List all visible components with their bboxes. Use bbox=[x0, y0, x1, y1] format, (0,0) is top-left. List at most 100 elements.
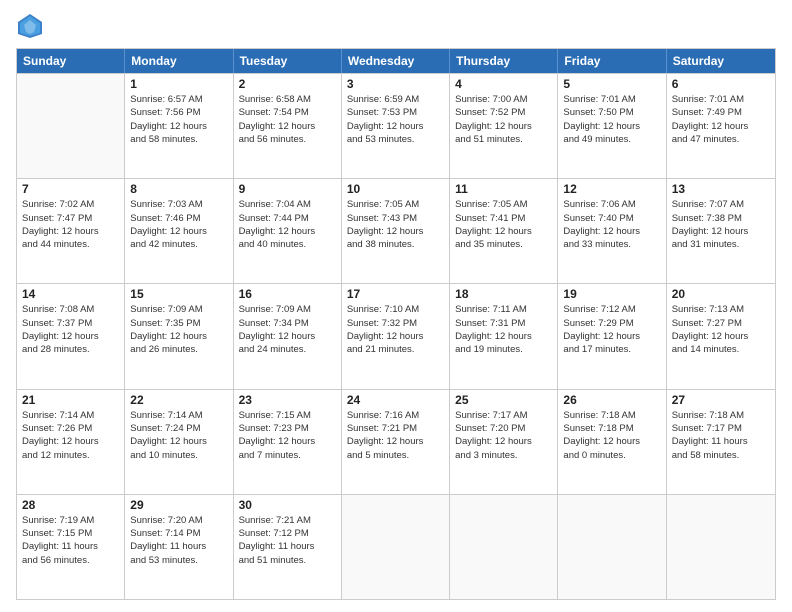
day-number: 6 bbox=[672, 77, 770, 91]
table-row: 1 Sunrise: 6:57 AM Sunset: 7:56 PM Daylig… bbox=[125, 74, 233, 178]
day-number: 12 bbox=[563, 182, 660, 196]
day-info: Sunrise: 7:09 AM Sunset: 7:35 PM Dayligh… bbox=[130, 303, 227, 356]
day-number: 29 bbox=[130, 498, 227, 512]
day-number: 15 bbox=[130, 287, 227, 301]
table-row: 12 Sunrise: 7:06 AM Sunset: 7:40 PM Dayli… bbox=[558, 179, 666, 283]
table-row: 4 Sunrise: 7:00 AM Sunset: 7:52 PM Daylig… bbox=[450, 74, 558, 178]
day-info: Sunrise: 7:13 AM Sunset: 7:27 PM Dayligh… bbox=[672, 303, 770, 356]
table-row: 9 Sunrise: 7:04 AM Sunset: 7:44 PM Daylig… bbox=[234, 179, 342, 283]
table-row: 24Sunrise: 7:16 AM Sunset: 7:21 PM Dayli… bbox=[342, 390, 450, 494]
day-info: Sunrise: 7:14 AM Sunset: 7:26 PM Dayligh… bbox=[22, 409, 119, 462]
day-number: 17 bbox=[347, 287, 444, 301]
cal-week-4: 21Sunrise: 7:14 AM Sunset: 7:26 PM Dayli… bbox=[17, 389, 775, 494]
day-info: Sunrise: 7:01 AM Sunset: 7:49 PM Dayligh… bbox=[672, 93, 770, 146]
day-number: 1 bbox=[130, 77, 227, 91]
table-row: 26 Sunrise: 7:18 AM Sunset: 7:18 PM Dayli… bbox=[558, 390, 666, 494]
weekday-header-tuesday: Tuesday bbox=[234, 49, 342, 73]
table-row: 7 Sunrise: 7:02 AM Sunset: 7:47 PM Daylig… bbox=[17, 179, 125, 283]
table-row: 23 Sunrise: 7:15 AM Sunset: 7:23 PM Dayli… bbox=[234, 390, 342, 494]
day-info: Sunrise: 7:04 AM Sunset: 7:44 PM Dayligh… bbox=[239, 198, 336, 251]
table-row bbox=[17, 74, 125, 178]
day-number: 9 bbox=[239, 182, 336, 196]
weekday-header-friday: Friday bbox=[558, 49, 666, 73]
day-number: 11 bbox=[455, 182, 552, 196]
table-row: 14Sunrise: 7:08 AM Sunset: 7:37 PM Dayli… bbox=[17, 284, 125, 388]
day-info: Sunrise: 6:57 AM Sunset: 7:56 PM Dayligh… bbox=[130, 93, 227, 146]
day-number: 2 bbox=[239, 77, 336, 91]
table-row: 20Sunrise: 7:13 AM Sunset: 7:27 PM Dayli… bbox=[667, 284, 775, 388]
cal-week-1: 1 Sunrise: 6:57 AM Sunset: 7:56 PM Daylig… bbox=[17, 73, 775, 178]
cal-week-3: 14Sunrise: 7:08 AM Sunset: 7:37 PM Dayli… bbox=[17, 283, 775, 388]
day-number: 4 bbox=[455, 77, 552, 91]
day-number: 18 bbox=[455, 287, 552, 301]
day-info: Sunrise: 6:58 AM Sunset: 7:54 PM Dayligh… bbox=[239, 93, 336, 146]
table-row: 6 Sunrise: 7:01 AM Sunset: 7:49 PM Daylig… bbox=[667, 74, 775, 178]
table-row: 13 Sunrise: 7:07 AM Sunset: 7:38 PM Dayli… bbox=[667, 179, 775, 283]
day-info: Sunrise: 7:18 AM Sunset: 7:17 PM Dayligh… bbox=[672, 409, 770, 462]
day-info: Sunrise: 7:18 AM Sunset: 7:18 PM Dayligh… bbox=[563, 409, 660, 462]
table-row: 18 Sunrise: 7:11 AM Sunset: 7:31 PM Dayli… bbox=[450, 284, 558, 388]
day-info: Sunrise: 7:07 AM Sunset: 7:38 PM Dayligh… bbox=[672, 198, 770, 251]
logo bbox=[16, 12, 48, 40]
day-number: 26 bbox=[563, 393, 660, 407]
day-info: Sunrise: 7:01 AM Sunset: 7:50 PM Dayligh… bbox=[563, 93, 660, 146]
weekday-header-monday: Monday bbox=[125, 49, 233, 73]
day-info: Sunrise: 7:05 AM Sunset: 7:41 PM Dayligh… bbox=[455, 198, 552, 251]
cal-week-5: 28Sunrise: 7:19 AM Sunset: 7:15 PM Dayli… bbox=[17, 494, 775, 599]
day-number: 3 bbox=[347, 77, 444, 91]
table-row bbox=[558, 495, 666, 599]
day-number: 25 bbox=[455, 393, 552, 407]
day-info: Sunrise: 7:00 AM Sunset: 7:52 PM Dayligh… bbox=[455, 93, 552, 146]
day-info: Sunrise: 6:59 AM Sunset: 7:53 PM Dayligh… bbox=[347, 93, 444, 146]
day-info: Sunrise: 7:09 AM Sunset: 7:34 PM Dayligh… bbox=[239, 303, 336, 356]
table-row bbox=[450, 495, 558, 599]
table-row: 21Sunrise: 7:14 AM Sunset: 7:26 PM Dayli… bbox=[17, 390, 125, 494]
header bbox=[16, 12, 776, 40]
table-row: 8 Sunrise: 7:03 AM Sunset: 7:46 PM Daylig… bbox=[125, 179, 233, 283]
weekday-header-sunday: Sunday bbox=[17, 49, 125, 73]
table-row: 29 Sunrise: 7:20 AM Sunset: 7:14 PM Dayli… bbox=[125, 495, 233, 599]
table-row bbox=[667, 495, 775, 599]
weekday-header-saturday: Saturday bbox=[667, 49, 775, 73]
table-row: 5Sunrise: 7:01 AM Sunset: 7:50 PM Daylig… bbox=[558, 74, 666, 178]
day-number: 27 bbox=[672, 393, 770, 407]
table-row: 22Sunrise: 7:14 AM Sunset: 7:24 PM Dayli… bbox=[125, 390, 233, 494]
day-info: Sunrise: 7:11 AM Sunset: 7:31 PM Dayligh… bbox=[455, 303, 552, 356]
weekday-header-thursday: Thursday bbox=[450, 49, 558, 73]
table-row bbox=[342, 495, 450, 599]
day-info: Sunrise: 7:15 AM Sunset: 7:23 PM Dayligh… bbox=[239, 409, 336, 462]
table-row: 25 Sunrise: 7:17 AM Sunset: 7:20 PM Dayli… bbox=[450, 390, 558, 494]
day-number: 7 bbox=[22, 182, 119, 196]
day-info: Sunrise: 7:10 AM Sunset: 7:32 PM Dayligh… bbox=[347, 303, 444, 356]
table-row: 15 Sunrise: 7:09 AM Sunset: 7:35 PM Dayli… bbox=[125, 284, 233, 388]
day-info: Sunrise: 7:19 AM Sunset: 7:15 PM Dayligh… bbox=[22, 514, 119, 567]
table-row: 30Sunrise: 7:21 AM Sunset: 7:12 PM Dayli… bbox=[234, 495, 342, 599]
day-number: 16 bbox=[239, 287, 336, 301]
day-info: Sunrise: 7:02 AM Sunset: 7:47 PM Dayligh… bbox=[22, 198, 119, 251]
table-row: 10Sunrise: 7:05 AM Sunset: 7:43 PM Dayli… bbox=[342, 179, 450, 283]
calendar-header-row: SundayMondayTuesdayWednesdayThursdayFrid… bbox=[17, 49, 775, 73]
day-number: 23 bbox=[239, 393, 336, 407]
day-info: Sunrise: 7:12 AM Sunset: 7:29 PM Dayligh… bbox=[563, 303, 660, 356]
table-row: 19Sunrise: 7:12 AM Sunset: 7:29 PM Dayli… bbox=[558, 284, 666, 388]
page: SundayMondayTuesdayWednesdayThursdayFrid… bbox=[0, 0, 792, 612]
table-row: 27 Sunrise: 7:18 AM Sunset: 7:17 PM Dayli… bbox=[667, 390, 775, 494]
table-row: 17 Sunrise: 7:10 AM Sunset: 7:32 PM Dayli… bbox=[342, 284, 450, 388]
day-number: 22 bbox=[130, 393, 227, 407]
day-info: Sunrise: 7:03 AM Sunset: 7:46 PM Dayligh… bbox=[130, 198, 227, 251]
calendar-body: 1 Sunrise: 6:57 AM Sunset: 7:56 PM Daylig… bbox=[17, 73, 775, 599]
day-info: Sunrise: 7:06 AM Sunset: 7:40 PM Dayligh… bbox=[563, 198, 660, 251]
day-info: Sunrise: 7:17 AM Sunset: 7:20 PM Dayligh… bbox=[455, 409, 552, 462]
day-number: 30 bbox=[239, 498, 336, 512]
day-info: Sunrise: 7:08 AM Sunset: 7:37 PM Dayligh… bbox=[22, 303, 119, 356]
table-row: 28Sunrise: 7:19 AM Sunset: 7:15 PM Dayli… bbox=[17, 495, 125, 599]
calendar: SundayMondayTuesdayWednesdayThursdayFrid… bbox=[16, 48, 776, 600]
table-row: 3 Sunrise: 6:59 AM Sunset: 7:53 PM Daylig… bbox=[342, 74, 450, 178]
day-number: 24 bbox=[347, 393, 444, 407]
table-row: 16 Sunrise: 7:09 AM Sunset: 7:34 PM Dayli… bbox=[234, 284, 342, 388]
day-info: Sunrise: 7:20 AM Sunset: 7:14 PM Dayligh… bbox=[130, 514, 227, 567]
cal-week-2: 7 Sunrise: 7:02 AM Sunset: 7:47 PM Daylig… bbox=[17, 178, 775, 283]
table-row: 2 Sunrise: 6:58 AM Sunset: 7:54 PM Daylig… bbox=[234, 74, 342, 178]
day-number: 13 bbox=[672, 182, 770, 196]
day-number: 8 bbox=[130, 182, 227, 196]
